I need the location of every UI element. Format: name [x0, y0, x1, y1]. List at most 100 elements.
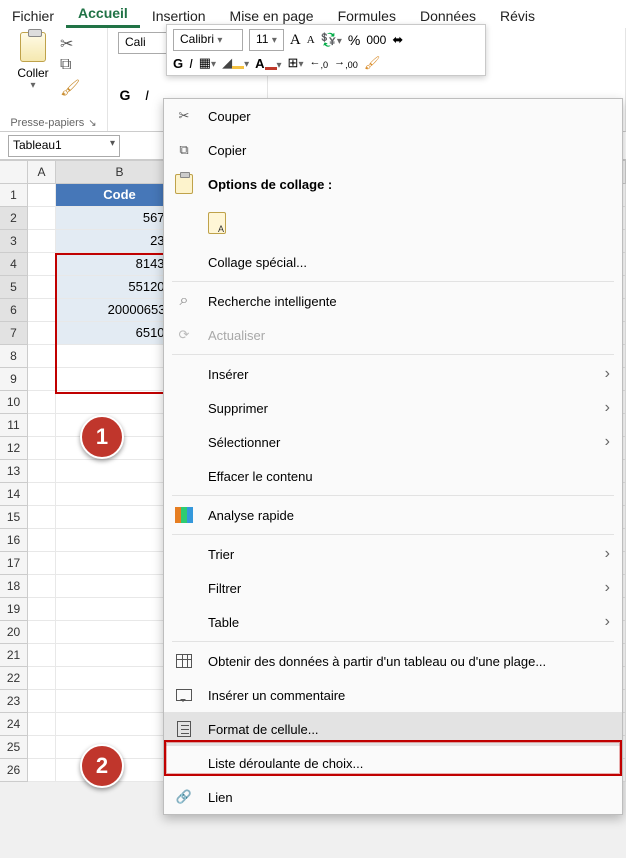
name-box[interactable]: Tableau1▾: [8, 135, 120, 157]
row-header[interactable]: 15: [0, 506, 28, 529]
col-header-A[interactable]: A: [28, 161, 56, 184]
cell[interactable]: [28, 598, 56, 621]
percent-button[interactable]: %: [348, 32, 360, 48]
bold-button[interactable]: G: [118, 87, 132, 103]
chevron-down-icon[interactable]: ▾: [110, 138, 115, 149]
cut-button[interactable]: [60, 34, 78, 50]
mt-format-painter[interactable]: 🖌: [364, 55, 381, 71]
row-header[interactable]: 17: [0, 552, 28, 575]
row-header[interactable]: 10: [0, 391, 28, 414]
ctx-quick-analysis[interactable]: Analyse rapide: [164, 498, 622, 532]
ctx-paste-special[interactable]: Collage spécial...: [164, 245, 622, 279]
mt-font-size[interactable]: 11 ▾: [249, 29, 284, 51]
mt-borders[interactable]: ▦▾: [199, 55, 216, 71]
cell[interactable]: [28, 230, 56, 253]
ctx-insert-comment[interactable]: Insérer un commentaire: [164, 678, 622, 712]
row-header[interactable]: 21: [0, 644, 28, 667]
cell[interactable]: [28, 575, 56, 598]
row-header[interactable]: 22: [0, 667, 28, 690]
row-header[interactable]: 25: [0, 736, 28, 759]
cell[interactable]: [28, 644, 56, 667]
row-header[interactable]: 9: [0, 368, 28, 391]
increase-font-icon[interactable]: A: [290, 32, 301, 49]
cell[interactable]: [28, 184, 56, 207]
decrease-decimal[interactable]: →,00: [334, 56, 358, 70]
cell[interactable]: [28, 483, 56, 506]
ctx-cut[interactable]: Couper: [164, 99, 622, 133]
mt-bold[interactable]: G: [173, 56, 183, 71]
row-header[interactable]: 18: [0, 575, 28, 598]
mt-border2[interactable]: ⊞▾: [288, 55, 304, 71]
row-header[interactable]: 7: [0, 322, 28, 345]
comma-button[interactable]: 000: [366, 33, 386, 47]
row-header[interactable]: 20: [0, 621, 28, 644]
cell[interactable]: [28, 506, 56, 529]
ctx-get-data[interactable]: Obtenir des données à partir d'un tablea…: [164, 644, 622, 678]
row-header[interactable]: 23: [0, 690, 28, 713]
cell[interactable]: [28, 368, 56, 391]
ctx-link[interactable]: Lien: [164, 780, 622, 814]
ctx-dropdown-list[interactable]: Liste déroulante de choix...: [164, 746, 622, 780]
cell[interactable]: [28, 276, 56, 299]
row-header[interactable]: 4: [0, 253, 28, 276]
cell[interactable]: [28, 667, 56, 690]
row-header[interactable]: 24: [0, 713, 28, 736]
row-header[interactable]: 13: [0, 460, 28, 483]
tab-review[interactable]: Révis: [488, 4, 547, 28]
row-header[interactable]: 19: [0, 598, 28, 621]
font-name-select[interactable]: Cali: [118, 32, 168, 54]
tab-home[interactable]: Accueil: [66, 1, 140, 28]
copy-button[interactable]: [60, 56, 78, 72]
italic-button[interactable]: I: [140, 87, 154, 103]
mt-font-color[interactable]: A▾: [255, 56, 281, 71]
cell[interactable]: [28, 529, 56, 552]
paste-button[interactable]: Coller ▾: [10, 32, 56, 91]
ctx-paste-option-values[interactable]: [164, 201, 622, 245]
merge-button[interactable]: ⬌: [392, 32, 403, 48]
ctx-insert[interactable]: Insérer: [164, 357, 622, 391]
accounting-format-button[interactable]: 💱▾: [321, 32, 342, 48]
row-header[interactable]: 1: [0, 184, 28, 207]
row-header[interactable]: 8: [0, 345, 28, 368]
format-painter-button[interactable]: 🖌: [60, 78, 78, 94]
cell[interactable]: [28, 736, 56, 759]
cell[interactable]: [28, 759, 56, 782]
cell[interactable]: [28, 460, 56, 483]
ctx-table[interactable]: Table: [164, 605, 622, 639]
row-header[interactable]: 12: [0, 437, 28, 460]
dialog-launcher-icon[interactable]: ↘: [88, 118, 96, 129]
increase-decimal[interactable]: ←,0: [309, 56, 328, 70]
mt-italic[interactable]: I: [189, 56, 193, 71]
cell[interactable]: [28, 621, 56, 644]
ctx-copy[interactable]: Copier: [164, 133, 622, 167]
row-header[interactable]: 16: [0, 529, 28, 552]
cell[interactable]: [28, 299, 56, 322]
mt-fill-color[interactable]: ◢▾: [222, 55, 249, 71]
ctx-format-cells[interactable]: Format de cellule...: [164, 712, 622, 746]
cell[interactable]: [28, 253, 56, 276]
cell[interactable]: [28, 437, 56, 460]
mt-font-name[interactable]: Calibri ▾: [173, 29, 243, 51]
ctx-filter[interactable]: Filtrer: [164, 571, 622, 605]
cell[interactable]: [28, 690, 56, 713]
cell[interactable]: [28, 414, 56, 437]
cell[interactable]: [28, 552, 56, 575]
ctx-clear-contents[interactable]: Effacer le contenu: [164, 459, 622, 493]
row-header[interactable]: 5: [0, 276, 28, 299]
row-header[interactable]: 2: [0, 207, 28, 230]
ctx-sort[interactable]: Trier: [164, 537, 622, 571]
row-header[interactable]: 11: [0, 414, 28, 437]
row-header[interactable]: 3: [0, 230, 28, 253]
tab-file[interactable]: Fichier: [0, 4, 66, 28]
row-header[interactable]: 6: [0, 299, 28, 322]
row-header[interactable]: 26: [0, 759, 28, 782]
cell[interactable]: [28, 322, 56, 345]
cell[interactable]: [28, 345, 56, 368]
cell[interactable]: [28, 391, 56, 414]
ctx-smart-lookup[interactable]: Recherche intelligente: [164, 284, 622, 318]
row-header[interactable]: 14: [0, 483, 28, 506]
ctx-delete[interactable]: Supprimer: [164, 391, 622, 425]
cell[interactable]: [28, 207, 56, 230]
select-all-corner[interactable]: [0, 161, 28, 184]
decrease-font-icon[interactable]: A: [307, 34, 315, 46]
